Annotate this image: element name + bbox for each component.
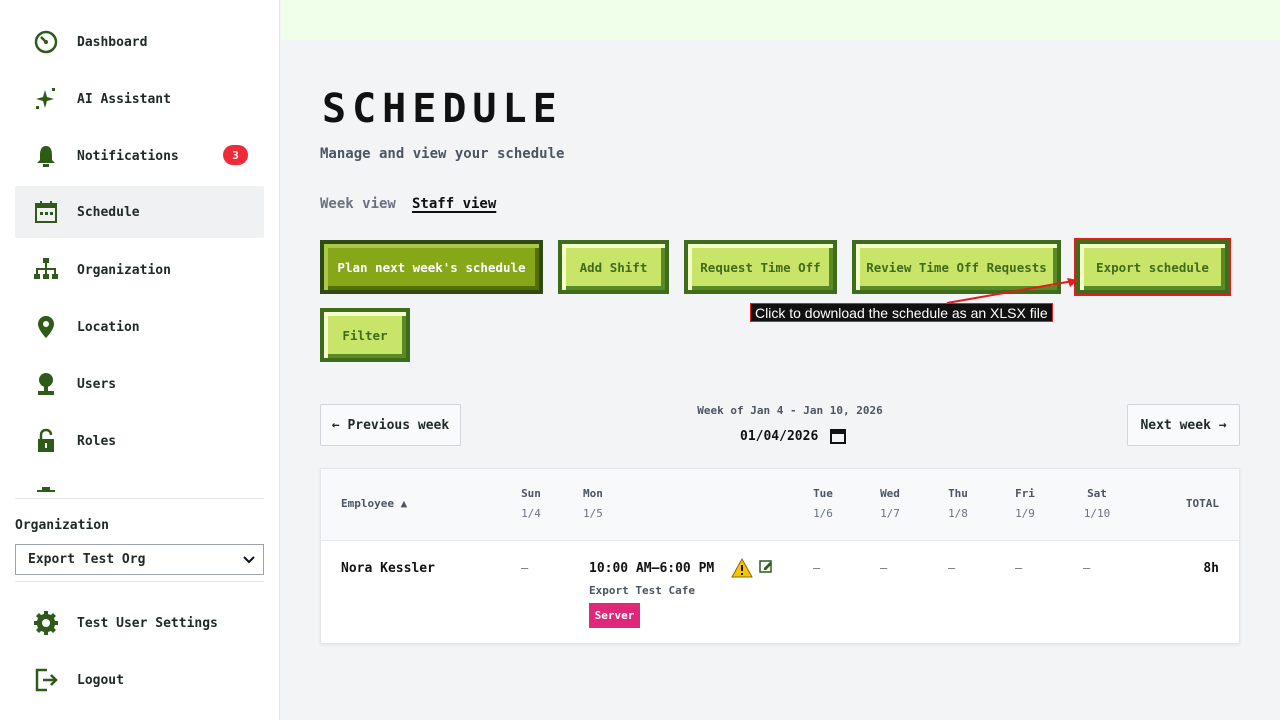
day-header-mon: Mon 1/5 (583, 484, 613, 524)
sidebar: Dashboard AI Assistant Notifications 3 S… (0, 0, 280, 720)
table-header: Employee ▲ Sun 1/4 Mon 1/5 Tue 1/6 Wed 1… (321, 469, 1239, 541)
next-week-button[interactable]: Next week → (1127, 404, 1240, 446)
clipboard-icon (30, 482, 62, 492)
sidebar-item-label: Schedule (77, 204, 140, 220)
sidebar-item-ai-assistant[interactable]: AI Assistant (15, 73, 264, 125)
bell-icon (30, 140, 62, 172)
tab-week-view[interactable]: Week view (320, 196, 396, 212)
filter-button[interactable]: Filter (320, 308, 410, 362)
edit-icon[interactable] (759, 559, 773, 573)
week-date-input[interactable]: 01/04/2026 (740, 428, 847, 444)
sidebar-nav: Dashboard AI Assistant Notifications 3 S… (15, 0, 264, 492)
tab-staff-view[interactable]: Staff view (412, 196, 496, 212)
sidebar-item-label: Organization (77, 262, 171, 278)
day-header-fri: Fri 1/9 (1005, 484, 1045, 524)
empty-cell-fri: – (1015, 561, 1023, 575)
day-name: Fri (1015, 487, 1035, 500)
sidebar-divider (15, 498, 264, 499)
top-banner (281, 0, 1280, 40)
employee-name: Nora Kessler (341, 561, 435, 576)
day-header-sat: Sat 1/10 (1077, 484, 1117, 524)
day-date: 1/9 (1015, 507, 1035, 520)
map-pin-icon (30, 311, 62, 343)
day-name: Thu (948, 487, 968, 500)
day-date: 1/8 (948, 507, 968, 520)
sparkle-icon (30, 83, 62, 115)
sidebar-item-label: Users (77, 376, 117, 392)
week-date-value: 01/04/2026 (740, 428, 819, 444)
day-date: 1/7 (880, 507, 900, 520)
row-total: 8h (1203, 561, 1219, 576)
sidebar-item-label: AI Assistant (77, 91, 171, 107)
empty-cell-sun: – (521, 561, 529, 575)
notification-count-badge: 3 (223, 145, 248, 165)
sidebar-item-organization[interactable]: Organization (15, 244, 264, 296)
plan-next-week-button[interactable]: Plan next week's schedule (320, 240, 543, 294)
previous-week-button[interactable]: ← Previous week (320, 404, 461, 446)
day-name: Sun (521, 487, 541, 500)
empty-cell-tue: – (813, 561, 821, 575)
calendar-icon (30, 196, 62, 228)
shift-location: Export Test Cafe (589, 584, 695, 597)
sidebar-item-roles[interactable]: Roles (15, 415, 264, 467)
organization-select-value: Export Test Org (28, 552, 146, 567)
sidebar-item-logout[interactable]: Logout (15, 654, 264, 706)
empty-cell-thu: – (948, 561, 956, 575)
request-time-off-button[interactable]: Request Time Off (684, 240, 837, 294)
chevron-down-icon (243, 555, 255, 563)
sidebar-item-label: Roles (77, 433, 117, 449)
employee-column-header[interactable]: Employee ▲ (341, 494, 407, 514)
day-date: 1/10 (1083, 507, 1111, 520)
export-schedule-button[interactable]: Export schedule (1074, 238, 1231, 296)
day-name: Wed (880, 487, 900, 500)
sidebar-divider (15, 581, 264, 582)
sidebar-item-location[interactable]: Location (15, 301, 264, 353)
add-shift-button[interactable]: Add Shift (558, 240, 669, 294)
org-chart-icon (30, 254, 62, 286)
day-date: 1/4 (521, 507, 541, 520)
day-name: Sat (1087, 487, 1107, 500)
empty-cell-wed: – (880, 561, 888, 575)
warning-icon (731, 558, 753, 578)
organization-label: Organization (15, 518, 109, 533)
shift-time[interactable]: 10:00 AM–6:00 PM (589, 561, 714, 576)
week-range-label: Week of Jan 4 - Jan 10, 2026 (697, 404, 883, 417)
user-icon (30, 368, 62, 400)
sidebar-item-label: Test User Settings (77, 615, 218, 631)
sidebar-item-dashboard[interactable]: Dashboard (15, 16, 264, 68)
sidebar-item-label: Location (77, 319, 140, 335)
role-badge: Server (589, 603, 640, 628)
sidebar-item-schedule[interactable]: Schedule (15, 186, 264, 238)
day-header-sun: Sun 1/4 (511, 484, 551, 524)
empty-cell-sat: – (1083, 561, 1091, 575)
day-date: 1/5 (583, 507, 603, 520)
logout-icon (30, 664, 62, 696)
day-header-wed: Wed 1/7 (870, 484, 910, 524)
day-date: 1/6 (813, 507, 833, 520)
page-title: SCHEDULE (322, 86, 563, 132)
lock-icon (30, 425, 62, 457)
sidebar-item-label: Logout (77, 672, 124, 688)
day-name: Tue (813, 487, 833, 500)
export-tooltip: Click to download the schedule as an XLS… (750, 303, 1053, 322)
schedule-table: Employee ▲ Sun 1/4 Mon 1/5 Tue 1/6 Wed 1… (320, 468, 1240, 644)
page-subtitle: Manage and view your schedule (320, 146, 565, 162)
sidebar-item-label: Dashboard (77, 34, 148, 50)
sidebar-item-partial (15, 472, 264, 492)
sidebar-item-users[interactable]: Users (15, 358, 264, 410)
total-column-header: TOTAL (1185, 497, 1219, 510)
sidebar-item-notifications[interactable]: Notifications 3 (15, 130, 264, 182)
day-header-thu: Thu 1/8 (938, 484, 978, 524)
organization-select[interactable]: Export Test Org (15, 544, 264, 575)
day-header-tue: Tue 1/6 (803, 484, 843, 524)
sidebar-item-settings[interactable]: Test User Settings (15, 597, 264, 649)
dashboard-icon (30, 26, 62, 58)
sidebar-item-label: Notifications (77, 148, 179, 164)
calendar-picker-icon[interactable] (830, 428, 847, 444)
day-name: Mon (583, 487, 603, 500)
gear-icon (30, 607, 62, 639)
